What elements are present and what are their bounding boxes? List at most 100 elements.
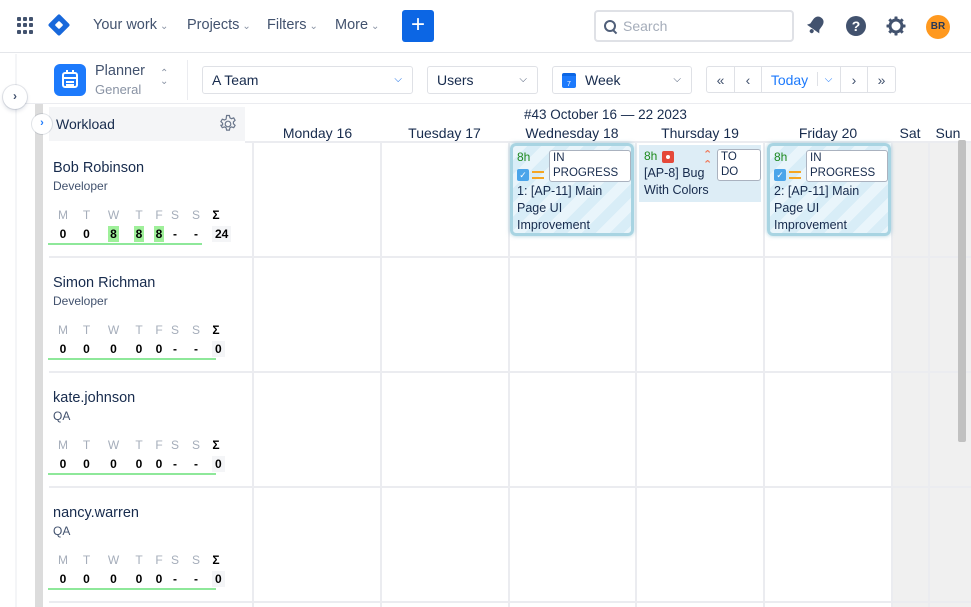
card-title-line: 1: [AP-11] Main: [517, 184, 603, 198]
jira-logo-icon[interactable]: [47, 13, 71, 37]
day-header-friday: Friday 20: [798, 125, 858, 141]
day-letter: M: [58, 208, 68, 222]
nav-your-work[interactable]: Your work ⌄: [93, 17, 168, 33]
group-by-select[interactable]: Users ⌵: [427, 66, 538, 94]
day-letter: F: [155, 553, 163, 567]
resize-rail[interactable]: [35, 104, 43, 607]
workload-total: 24: [212, 226, 232, 242]
nav-more[interactable]: More ⌄: [335, 17, 379, 33]
view-select-value: Week: [585, 72, 621, 88]
workload-day-value: 0: [110, 572, 117, 586]
workload-day-value: 0: [59, 457, 67, 471]
workload-day-value: -: [194, 227, 198, 241]
user-name: Simon Richman: [53, 275, 156, 291]
workload-day-letters: MTWTFSSΣ: [53, 438, 223, 452]
grid-column-line: [928, 141, 930, 607]
workload-values: 00000--0: [53, 571, 225, 587]
planner-subtitle: General: [95, 82, 142, 97]
day-letter: M: [58, 553, 68, 567]
card-title-line: Page UI: [774, 201, 820, 215]
create-button[interactable]: +: [402, 10, 434, 42]
toolbar-divider: [187, 60, 188, 100]
user-role: Developer: [53, 294, 108, 308]
sum-symbol: Σ: [212, 438, 220, 452]
card-hours: 8h: [517, 150, 531, 164]
user-role: Developer: [53, 179, 108, 193]
planner-app-icon: [54, 64, 86, 96]
apps-grid-icon[interactable]: [17, 17, 34, 34]
chevron-down-icon: ⌄: [371, 20, 380, 32]
workload-settings-icon[interactable]: [218, 114, 238, 134]
search-input[interactable]: [623, 18, 773, 34]
today-button[interactable]: Today: [762, 67, 817, 92]
help-icon[interactable]: ?: [846, 16, 866, 36]
card-hours: 8h: [644, 149, 658, 163]
card-title-line: Improvement: [774, 218, 847, 232]
workload-day-value: 0: [135, 342, 143, 356]
expand-workload-button[interactable]: ›: [32, 114, 52, 134]
day-letter: T: [82, 208, 91, 222]
workload-day-value: 0: [83, 572, 90, 586]
workload-capacity-bar: [48, 358, 216, 360]
day-letter: S: [191, 553, 200, 567]
calendar-icon: 7: [562, 72, 576, 88]
planner-title: Planner: [95, 63, 145, 79]
medium-priority-icon: [789, 170, 801, 179]
workload-day-value: 0: [83, 227, 90, 241]
notifications-bell-icon[interactable]: [806, 14, 826, 36]
workload-day-value: -: [173, 342, 177, 356]
day-letter: T: [135, 438, 143, 452]
task-card[interactable]: 8h IN PROGRESS ✓ 1: [AP-11] Main Page UI…: [510, 143, 634, 236]
nav-filters[interactable]: Filters ⌄: [267, 17, 318, 33]
workload-day-value: 8: [133, 226, 145, 242]
status-badge: TO DO: [717, 149, 761, 181]
grid-line: [49, 371, 971, 373]
grid-line: [49, 601, 971, 603]
card-title-line: 2: [AP-11] Main: [774, 184, 860, 198]
planner-switch-icon[interactable]: ⌃ ⌄: [160, 69, 168, 87]
user-role: QA: [53, 409, 71, 423]
task-type-icon: ✓: [517, 168, 529, 181]
team-select-value: A Team: [212, 72, 259, 88]
view-select[interactable]: 7 Week ⌵: [552, 66, 692, 94]
day-letter: M: [58, 438, 68, 452]
search-box[interactable]: [594, 10, 794, 42]
day-letter: F: [155, 208, 163, 222]
team-select[interactable]: A Team ⌵: [202, 66, 413, 94]
last-period-button[interactable]: »: [868, 67, 895, 92]
day-letter: T: [82, 553, 91, 567]
workload-day-value: 0: [135, 457, 143, 471]
today-dropdown-button[interactable]: ⌵: [817, 67, 841, 92]
first-period-button[interactable]: «: [707, 67, 735, 92]
nav-projects[interactable]: Projects ⌄: [187, 17, 251, 33]
sum-symbol: Σ: [212, 323, 220, 337]
workload-day-value: 0: [155, 572, 163, 586]
nav-more-label: More: [335, 17, 369, 33]
next-period-button[interactable]: ›: [841, 67, 868, 92]
previous-period-button[interactable]: ‹: [735, 67, 762, 92]
day-header-thursday: Thursday 19: [661, 125, 739, 141]
nav-your-work-label: Your work: [93, 17, 157, 33]
grid-column-line: [763, 141, 765, 607]
task-card[interactable]: 8h ⌃ ⌃ TO DO [AP-8] Bug With Colors: [639, 145, 761, 202]
card-title-line: Improvement: [517, 218, 590, 232]
nav-projects-label: Projects: [187, 17, 240, 33]
status-badge: IN PROGRESS: [549, 150, 631, 182]
settings-gear-icon[interactable]: [886, 16, 906, 36]
expand-sidebar-button[interactable]: ›: [3, 85, 27, 109]
grid-column-line: [252, 141, 254, 607]
user-name: Bob Robinson: [53, 160, 145, 176]
workload-day-value: 8: [153, 226, 165, 242]
grid-column-line: [635, 141, 637, 607]
task-card[interactable]: 8h IN PROGRESS ✓ 2: [AP-11] Main Page UI…: [767, 143, 891, 236]
chevron-down-icon: ⌵: [519, 74, 527, 85]
grid-column-line: [891, 141, 893, 607]
day-letter: S: [191, 208, 200, 222]
vertical-scrollbar[interactable]: [958, 140, 966, 442]
week-label: #43 October 16 — 22 2023: [524, 107, 687, 122]
user-avatar[interactable]: BR: [926, 15, 950, 39]
chevron-down-icon: ⌵: [394, 74, 402, 85]
sum-symbol: Σ: [212, 208, 220, 222]
workload-total: 0: [212, 456, 225, 472]
workload-capacity-bar: [48, 243, 202, 245]
